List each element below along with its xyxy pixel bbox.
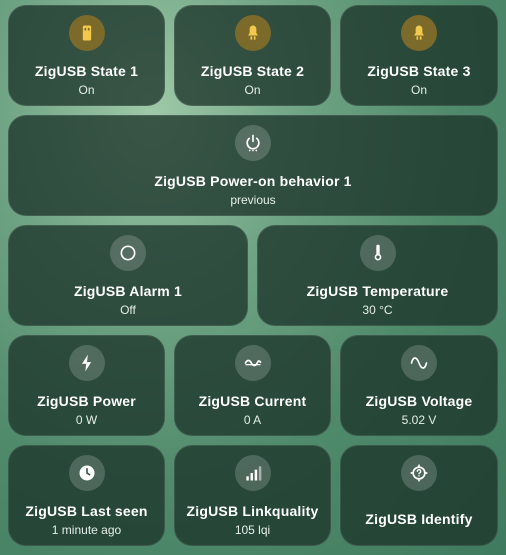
tile-state: Off [120, 303, 136, 317]
sine-wave-icon [401, 345, 437, 381]
tile-power-on-behavior[interactable]: ZigUSB Power-on behavior 1 previous [8, 115, 498, 216]
tile-title: ZigUSB Power [37, 393, 136, 409]
tile-state: previous [230, 193, 276, 207]
power-settings-icon [235, 125, 271, 161]
tile-state: 5.02 V [401, 413, 437, 427]
tile-state: 105 lqi [234, 523, 271, 537]
tile-linkquality[interactable]: ZigUSB Linkquality 105 lqi [174, 445, 331, 546]
tile-state-3[interactable]: ZigUSB State 3 On [340, 5, 498, 106]
tile-title: ZigUSB Voltage [365, 393, 473, 409]
tile-state: On [244, 83, 261, 97]
thermometer-icon [359, 235, 396, 271]
tile-identify[interactable]: ZigUSB Identify [340, 445, 498, 546]
tile-state: 0 W [75, 413, 98, 427]
tile-title: ZigUSB Last seen [25, 503, 148, 519]
tile-state: 1 minute ago [51, 523, 122, 537]
tile-title: ZigUSB State 1 [34, 63, 139, 79]
clock-icon [68, 455, 105, 491]
tile-state-2[interactable]: ZigUSB State 2 On [174, 5, 331, 106]
tile-title: ZigUSB State 3 [367, 63, 471, 79]
lightbulb-icon [401, 15, 437, 51]
current-ac-icon [234, 345, 271, 381]
usb-flash-icon [68, 15, 105, 51]
tile-title: ZigUSB Temperature [306, 283, 449, 299]
tile-state-1[interactable]: ZigUSB State 1 On [8, 5, 165, 106]
tile-title: ZigUSB Current [198, 393, 307, 409]
tile-voltage[interactable]: ZigUSB Voltage 5.02 V [340, 335, 498, 436]
tile-current[interactable]: ZigUSB Current 0 A [174, 335, 331, 436]
circle-outline-icon [110, 235, 146, 271]
tile-alarm-1[interactable]: ZigUSB Alarm 1 Off [8, 225, 248, 326]
tile-power[interactable]: ZigUSB Power 0 W [8, 335, 165, 436]
tile-state: 0 A [243, 413, 262, 427]
tile-title: ZigUSB Identify [365, 511, 473, 527]
tile-title: ZigUSB Power-on behavior 1 [154, 173, 352, 189]
tile-state: 30 °C [362, 303, 393, 317]
tile-state: On [410, 83, 427, 97]
lightning-bolt-icon [68, 345, 105, 381]
lightbulb-icon [234, 15, 271, 51]
tile-title: ZigUSB Linkquality [186, 503, 319, 519]
tile-title: ZigUSB Alarm 1 [73, 283, 183, 299]
signal-bars-icon [234, 455, 271, 491]
tile-temperature[interactable]: ZigUSB Temperature 30 °C [257, 225, 498, 326]
tile-title: ZigUSB State 2 [200, 63, 305, 79]
identify-icon [401, 455, 437, 491]
tile-last-seen[interactable]: ZigUSB Last seen 1 minute ago [8, 445, 165, 546]
tile-state: On [78, 83, 95, 97]
